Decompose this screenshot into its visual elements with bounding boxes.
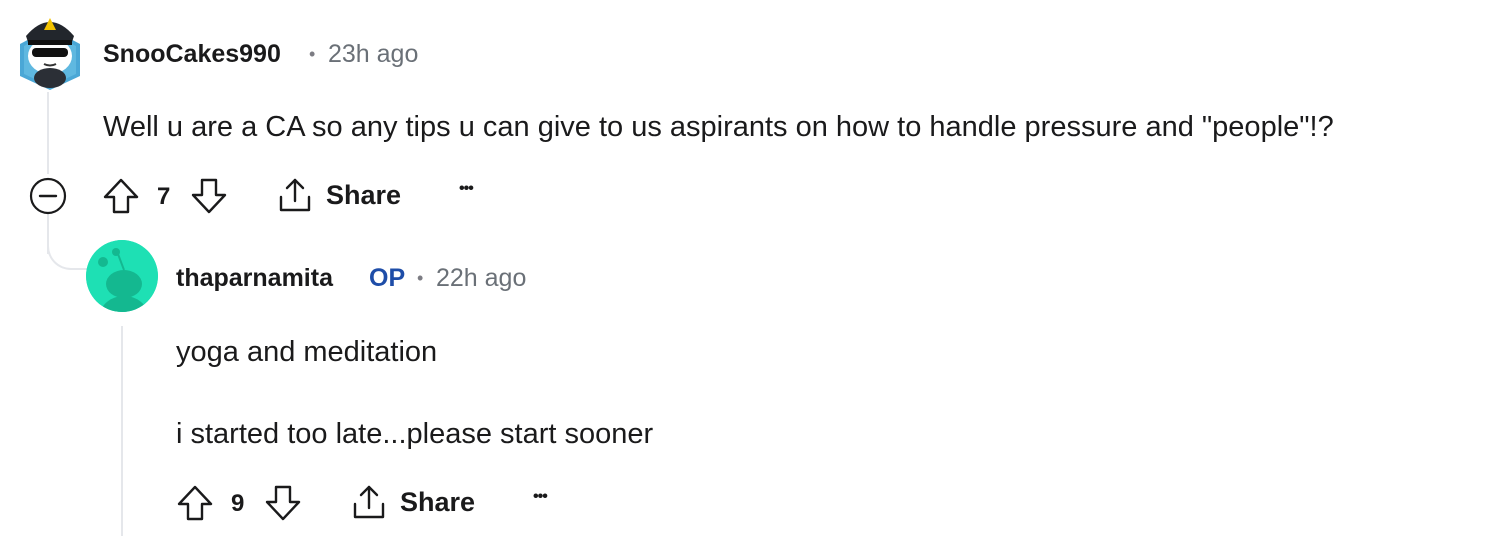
upvote-button[interactable] [102, 177, 140, 215]
share-button[interactable]: Share [276, 176, 401, 214]
comment-body-line: i started too late...please start sooner [176, 418, 654, 450]
share-label: Share [326, 179, 402, 210]
comment-author[interactable]: SnooCakes990 [103, 40, 281, 69]
snoo-avatar-icon [20, 18, 80, 90]
thread-connector [47, 232, 89, 270]
collapse-minus-icon [29, 177, 67, 215]
comment-timestamp[interactable]: 22h ago [436, 264, 526, 293]
separator-dot: • [309, 44, 316, 64]
upvote-button[interactable] [176, 484, 214, 522]
share-icon [279, 178, 311, 212]
thread-line-reply [121, 326, 123, 536]
upvote-icon [103, 178, 139, 214]
avatar[interactable] [14, 10, 86, 90]
share-button[interactable]: Share [350, 483, 475, 521]
upvote-icon [177, 485, 213, 521]
downvote-button[interactable] [190, 177, 228, 215]
comment-body: Well u are a CA so any tips u can give t… [103, 111, 1334, 143]
comment-author[interactable]: thaparnamita [176, 264, 333, 293]
comment-timestamp[interactable]: 23h ago [328, 40, 418, 69]
downvote-button[interactable] [264, 484, 302, 522]
share-icon [353, 485, 385, 519]
more-options-icon[interactable]: ••• [459, 180, 474, 198]
user-avatar-icon [86, 240, 158, 312]
more-options-icon[interactable]: ••• [533, 488, 548, 506]
separator-dot: • [417, 268, 424, 288]
thread-line-main [47, 92, 49, 174]
vote-count: 9 [231, 490, 245, 517]
op-badge: OP [369, 264, 406, 292]
share-label: Share [400, 486, 476, 517]
downvote-icon [191, 178, 227, 214]
downvote-icon [265, 485, 301, 521]
collapse-button[interactable] [28, 176, 68, 216]
comment-body-line: yoga and meditation [176, 336, 438, 368]
vote-count: 7 [157, 183, 171, 210]
avatar[interactable] [86, 240, 158, 312]
